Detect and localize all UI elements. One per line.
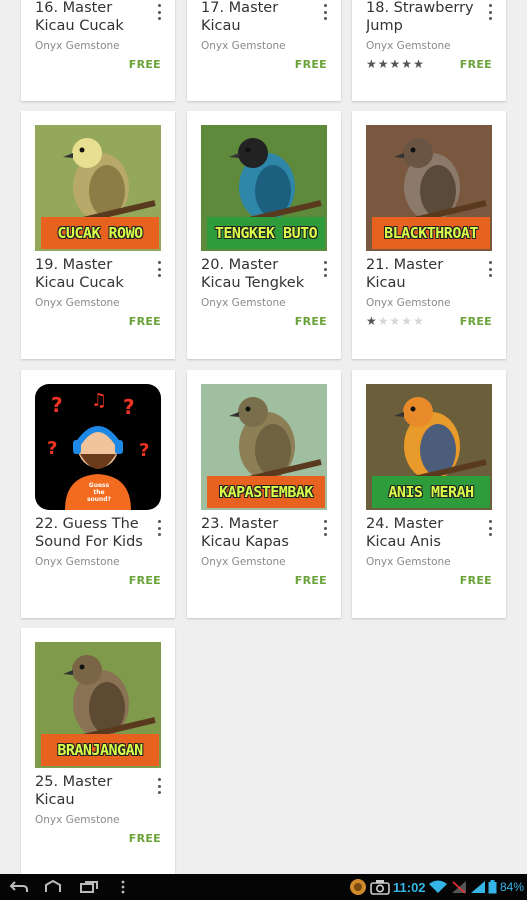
developer-name[interactable]: Onyx Gemstone	[366, 556, 451, 568]
notification-app-icon	[349, 878, 367, 896]
back-icon[interactable]	[8, 878, 30, 896]
clock: 11:02	[393, 878, 426, 896]
price-label: FREE	[459, 58, 492, 71]
developer-name[interactable]: Onyx Gemstone	[35, 556, 120, 568]
price-label: FREE	[459, 315, 492, 328]
app-thumbnail[interactable]: BLACKTHROAT	[366, 125, 492, 251]
price-label: FREE	[128, 315, 161, 328]
app-card[interactable]: ANIS MERAH 24. Master Kicau Anis Onyx Gems…	[352, 370, 506, 618]
svg-text:?: ?	[51, 393, 63, 417]
svg-text:?: ?	[139, 440, 149, 461]
app-title[interactable]: 17. Master Kicau Tledekan/	[201, 0, 311, 35]
app-title[interactable]: 20. Master Kicau Tengkek	[201, 256, 311, 292]
app-thumbnail[interactable]: ANIS MERAH	[366, 384, 492, 510]
developer-name[interactable]: Onyx Gemstone	[366, 40, 451, 52]
rating-stars: ★★★★★	[366, 57, 425, 71]
overflow-menu-icon[interactable]	[486, 261, 494, 277]
app-title[interactable]: 25. Master Kicau	[35, 773, 145, 809]
developer-name[interactable]: Onyx Gemstone	[35, 814, 120, 826]
app-title[interactable]: 22. Guess The Sound For Kids	[35, 515, 145, 551]
app-card[interactable]: 16. Master Kicau Cucak Onyx Gemstone FREE	[21, 0, 175, 101]
overflow-menu-icon[interactable]	[321, 4, 329, 20]
overflow-menu-icon[interactable]	[155, 261, 163, 277]
app-card[interactable]: TENGKEK BUTO 20. Master Kicau Tengkek Onyx…	[187, 111, 341, 359]
thumbnail-label: BLACKTHROAT	[372, 217, 490, 249]
thumbnail-label: BRANJANGAN	[41, 734, 159, 766]
thumbnail-label: TENGKEK BUTO	[207, 217, 325, 249]
wifi-icon	[428, 878, 448, 896]
svg-text:?: ?	[47, 438, 57, 459]
price-label: FREE	[294, 58, 327, 71]
app-thumbnail[interactable]: TENGKEK BUTO	[201, 125, 327, 251]
app-card[interactable]: BLACKTHROAT 21. Master Kicau Onyx Gemstone…	[352, 111, 506, 359]
app-card[interactable]: 18. Strawberry Jump Onyx Gemstone ★★★★★ FRE…	[352, 0, 506, 101]
developer-name[interactable]: Onyx Gemstone	[201, 297, 286, 309]
app-card[interactable]: ???? ♫ Guess the sound? 22. Guess The Sound…	[21, 370, 175, 618]
price-label: FREE	[459, 574, 492, 587]
overflow-menu-icon[interactable]	[155, 4, 163, 20]
app-title[interactable]: 23. Master Kicau Kapas	[201, 515, 311, 551]
overflow-menu-icon[interactable]	[486, 4, 494, 20]
overflow-menu-icon[interactable]	[112, 878, 134, 896]
app-thumbnail[interactable]: KAPASTEMBAK	[201, 384, 327, 510]
app-thumbnail[interactable]: ???? ♫ Guess the sound?	[35, 384, 161, 510]
developer-name[interactable]: Onyx Gemstone	[35, 297, 120, 309]
price-label: FREE	[128, 58, 161, 71]
app-title[interactable]: 24. Master Kicau Anis	[366, 515, 476, 551]
thumbnail-label: KAPASTEMBAK	[207, 476, 325, 508]
app-title[interactable]: 16. Master Kicau Cucak	[35, 0, 145, 35]
app-grid: 16. Master Kicau Cucak Onyx Gemstone FREE 1…	[0, 0, 527, 874]
developer-name[interactable]: Onyx Gemstone	[366, 297, 451, 309]
thumbnail-label: CUCAK ROWO	[41, 217, 159, 249]
price-label: FREE	[128, 574, 161, 587]
time-text: 11:02	[393, 879, 426, 895]
camera-notification-icon	[370, 878, 390, 896]
price-label: FREE	[294, 574, 327, 587]
system-navigation-bar: 11:02 84%	[0, 874, 527, 900]
app-title[interactable]: 19. Master Kicau Cucak	[35, 256, 145, 292]
price-label: FREE	[128, 832, 161, 845]
price-label: FREE	[294, 315, 327, 328]
app-card[interactable]: BRANJANGAN 25. Master Kicau Onyx Gemstone F…	[21, 628, 175, 874]
app-card[interactable]: KAPASTEMBAK 23. Master Kicau Kapas Onyx Ge…	[187, 370, 341, 618]
no-signal-icon	[451, 878, 467, 896]
app-card[interactable]: CUCAK ROWO 19. Master Kicau Cucak Onyx Gem…	[21, 111, 175, 359]
home-icon[interactable]	[42, 878, 64, 896]
svg-text:?: ?	[123, 395, 135, 419]
svg-text:♫: ♫	[91, 390, 107, 411]
overflow-menu-icon[interactable]	[486, 520, 494, 536]
signal-icon	[470, 878, 486, 896]
developer-name[interactable]: Onyx Gemstone	[201, 40, 286, 52]
overflow-menu-icon[interactable]	[155, 778, 163, 794]
overflow-menu-icon[interactable]	[321, 261, 329, 277]
app-thumbnail[interactable]: BRANJANGAN	[35, 642, 161, 768]
recent-apps-icon[interactable]	[78, 878, 100, 896]
thumbnail-label: ANIS MERAH	[372, 476, 490, 508]
developer-name[interactable]: Onyx Gemstone	[35, 40, 120, 52]
overflow-menu-icon[interactable]	[321, 520, 329, 536]
rating-stars: ★★★★★	[366, 314, 425, 328]
app-card[interactable]: 17. Master Kicau Tledekan/Onyx Gemstone F…	[187, 0, 341, 101]
app-thumbnail[interactable]: CUCAK ROWO	[35, 125, 161, 251]
battery-percent: 84%	[500, 880, 525, 894]
battery-icon	[488, 878, 497, 896]
overflow-menu-icon[interactable]	[155, 520, 163, 536]
thumbnail-badge: Guess the sound?	[86, 482, 111, 503]
developer-name[interactable]: Onyx Gemstone	[201, 556, 286, 568]
app-title[interactable]: 21. Master Kicau	[366, 256, 476, 292]
app-title[interactable]: 18. Strawberry Jump	[366, 0, 476, 35]
